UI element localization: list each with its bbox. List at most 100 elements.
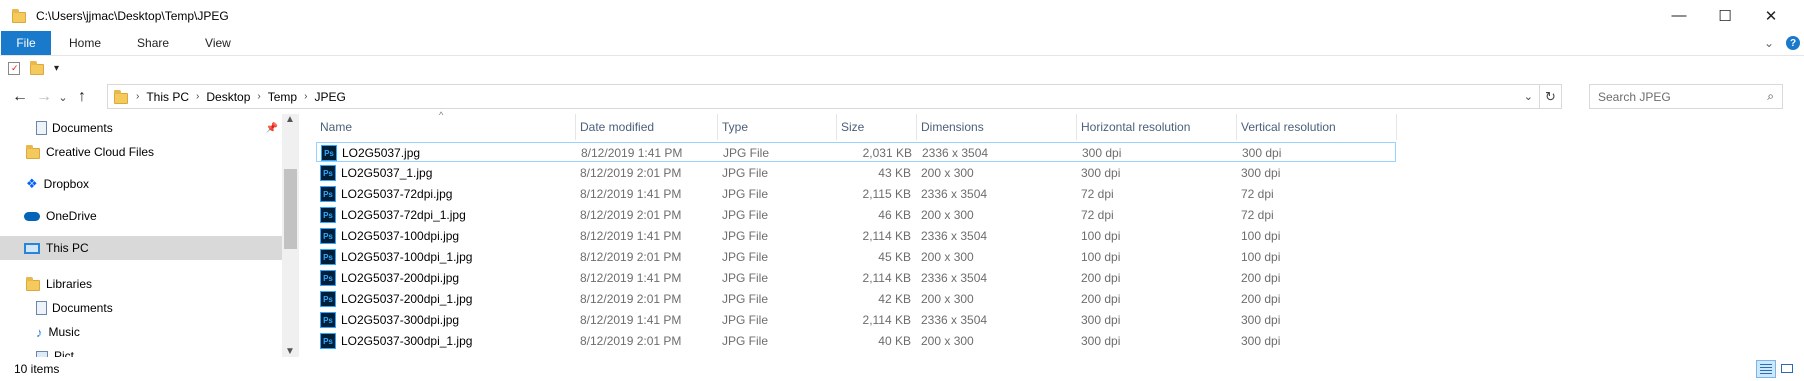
breadcrumb-this-pc[interactable]: This PC (141, 90, 194, 104)
file-cell-text: LO2G5037-100dpi_1.jpg (341, 250, 473, 264)
forward-button[interactable]: → (32, 85, 56, 109)
file-cell-name: Ps LO2G5037-200dpi_1.jpg (320, 289, 570, 309)
file-row[interactable]: Ps LO2G5037-200dpi_1.jpg 8/12/2019 2:01 PM… (316, 289, 1396, 309)
file-row[interactable]: Ps LO2G5037-300dpi_1.jpg 8/12/2019 2:01 PM… (316, 331, 1396, 351)
new-folder-icon[interactable] (30, 61, 44, 75)
column-header-vertical-resolution[interactable]: Vertical resolution (1237, 114, 1397, 140)
nav-item-pictures[interactable]: Pict (0, 344, 282, 357)
address-bar[interactable]: › This PC › Desktop › Temp › JPEG ⌄ ↻ (107, 84, 1562, 109)
file-cell-type: JPG File (723, 143, 833, 163)
recent-locations-button[interactable]: ⌄ (56, 85, 70, 109)
file-cell-size: 2,115 KB (841, 184, 911, 204)
expand-ribbon-icon[interactable]: ⌄ (1764, 36, 1774, 50)
column-header-size[interactable]: Size (837, 114, 917, 140)
nav-item-label: This PC (46, 241, 89, 255)
scroll-up-icon[interactable]: ▲ (285, 114, 295, 125)
column-header-dimensions[interactable]: Dimensions (917, 114, 1077, 140)
breadcrumb-temp[interactable]: Temp (263, 90, 302, 104)
file-cell-text: LO2G5037-100dpi.jpg (341, 229, 460, 243)
nav-scrollbar-thumb[interactable] (284, 169, 297, 249)
file-cell-text: LO2G5037-200dpi_1.jpg (341, 292, 473, 306)
file-cell-text: JPG File (723, 146, 770, 160)
breadcrumb-separator[interactable]: › (302, 91, 309, 102)
column-header-name[interactable]: Name (316, 114, 576, 140)
dropbox-icon: ❖ (26, 176, 38, 191)
file-cell-type: JPG File (722, 163, 832, 183)
file-row[interactable]: Ps LO2G5037-72dpi_1.jpg 8/12/2019 2:01 PM J… (316, 205, 1396, 225)
nav-item-creative-cloud[interactable]: Creative Cloud Files (0, 140, 282, 164)
file-cell-hres: 100 dpi (1081, 247, 1231, 267)
file-cell-text: 46 KB (878, 208, 911, 222)
column-header-type[interactable]: Type (718, 114, 837, 140)
file-row[interactable]: Ps LO2G5037_1.jpg 8/12/2019 2:01 PM JPG Fil… (316, 163, 1396, 183)
back-button[interactable]: ← (8, 85, 32, 109)
file-row[interactable]: Ps LO2G5037-100dpi.jpg 8/12/2019 1:41 PM JP… (316, 226, 1396, 246)
pin-icon[interactable]: 📌 (266, 123, 278, 134)
nav-item-label: OneDrive (46, 209, 97, 223)
scroll-down-icon[interactable]: ▼ (285, 346, 295, 357)
nav-item-onedrive[interactable]: OneDrive (0, 204, 282, 228)
tab-home[interactable]: Home (51, 31, 119, 55)
details-view-icon[interactable] (1756, 360, 1776, 378)
search-input[interactable]: Search JPEG (1598, 90, 1671, 104)
breadcrumb-separator[interactable]: › (255, 91, 262, 102)
file-cell-text: 2,114 KB (862, 313, 911, 327)
file-cell-text: JPG File (722, 271, 769, 285)
file-cell-date: 8/12/2019 2:01 PM (580, 247, 716, 267)
breadcrumb-jpeg[interactable]: JPEG (309, 90, 350, 104)
file-cell-type: JPG File (722, 289, 832, 309)
file-cell-hres: 300 dpi (1081, 310, 1231, 330)
nav-scrollbar[interactable]: ▲ ▼ (282, 114, 299, 357)
breadcrumb-separator[interactable]: › (194, 91, 201, 102)
help-icon[interactable]: ? (1786, 36, 1800, 50)
file-row[interactable]: Ps LO2G5037-300dpi.jpg 8/12/2019 1:41 PM JP… (316, 310, 1396, 330)
breadcrumb-separator[interactable]: › (134, 91, 141, 102)
file-cell-name: Ps LO2G5037-300dpi_1.jpg (320, 331, 570, 351)
file-cell-vres: 300 dpi (1242, 143, 1392, 163)
nav-item-dropbox[interactable]: ❖ Dropbox (0, 172, 282, 196)
minimize-button[interactable]: — (1656, 0, 1702, 31)
tab-view[interactable]: View (187, 31, 249, 55)
file-row[interactable]: Ps LO2G5037.jpg 8/12/2019 1:41 PM JPG File 2… (316, 142, 1396, 162)
nav-item-libraries[interactable]: Libraries (0, 272, 282, 296)
tab-file[interactable]: File (1, 31, 51, 55)
file-row[interactable]: Ps LO2G5037-72dpi.jpg 8/12/2019 1:41 PM JPG… (316, 184, 1396, 204)
address-dropdown-icon[interactable]: ⌄ (1518, 90, 1539, 103)
file-cell-vres: 200 dpi (1241, 268, 1391, 288)
properties-icon[interactable]: ✓ (8, 61, 20, 75)
nav-item-label: Creative Cloud Files (46, 145, 155, 159)
nav-item-music[interactable]: ♪ Music (0, 320, 282, 344)
file-cell-date: 8/12/2019 1:41 PM (580, 268, 716, 288)
tab-share[interactable]: Share (119, 31, 187, 55)
breadcrumb-desktop[interactable]: Desktop (201, 90, 255, 104)
file-row[interactable]: Ps LO2G5037-100dpi_1.jpg 8/12/2019 2:01 PM… (316, 247, 1396, 267)
refresh-button[interactable]: ↻ (1539, 85, 1561, 108)
file-cell-text: 2,115 KB (862, 187, 911, 201)
file-cell-name: Ps LO2G5037-72dpi_1.jpg (320, 205, 570, 225)
file-cell-text: 100 dpi (1241, 229, 1281, 243)
file-cell-text: 72 dpi (1081, 187, 1114, 201)
up-button[interactable]: ↑ (70, 85, 94, 109)
file-row[interactable]: Ps LO2G5037-200dpi.jpg 8/12/2019 1:41 PM JP… (316, 268, 1396, 288)
search-icon[interactable]: ⌕ (1767, 89, 1774, 104)
file-cell-vres: 72 dpi (1241, 184, 1391, 204)
maximize-button[interactable]: ☐ (1702, 0, 1748, 31)
nav-item-this-pc[interactable]: This PC (0, 236, 282, 260)
large-icons-view-icon[interactable] (1778, 360, 1796, 378)
file-cell-type: JPG File (722, 247, 832, 267)
search-box[interactable]: Search JPEG ⌕ (1589, 84, 1783, 109)
file-cell-text: 2336 x 3504 (921, 229, 988, 243)
close-button[interactable]: ✕ (1748, 0, 1794, 31)
nav-item-library-documents[interactable]: Documents (0, 296, 282, 320)
nav-item-documents[interactable]: Documents 📌 (0, 116, 282, 140)
column-header-date-modified[interactable]: Date modified (576, 114, 718, 140)
file-cell-dims: 2336 x 3504 (921, 310, 1071, 330)
column-header-horizontal-resolution[interactable]: Horizontal resolution (1077, 114, 1237, 140)
nav-item-label: Music (48, 325, 80, 339)
file-cell-vres: 200 dpi (1241, 289, 1391, 309)
file-cell-type: JPG File (722, 268, 832, 288)
file-cell-text: 200 x 300 (921, 166, 974, 180)
customize-toolbar-icon[interactable]: ▾ (54, 63, 59, 74)
file-cell-name: Ps LO2G5037_1.jpg (320, 163, 570, 183)
file-cell-text: 200 x 300 (921, 292, 974, 306)
